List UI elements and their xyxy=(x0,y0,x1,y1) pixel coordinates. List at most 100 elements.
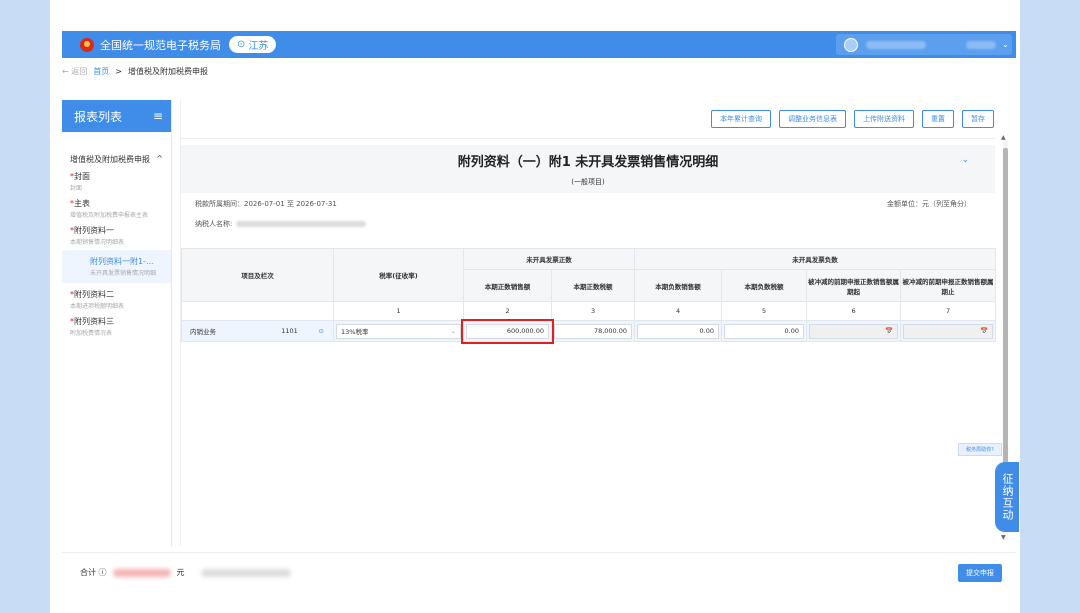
amount-unit: 金额单位：元（列至角分） xyxy=(887,200,971,208)
app-header: 全国统一规范电子税务局 ⊙ 江苏 ⌄ xyxy=(62,31,1016,58)
sidebar-item-sub: 本期进项税额明细表 xyxy=(70,303,125,310)
sidebar-item-schedule-1-attach-1[interactable]: 附列资料一附1-... 未开具发票销售情况明细 xyxy=(62,250,171,283)
sidebar-item-sub: 未开具发票销售情况明细 xyxy=(90,270,157,277)
header-neg-tax: 本期负数税额 xyxy=(721,269,808,302)
row-item-code: 1101 xyxy=(269,320,310,342)
total-detail-redacted xyxy=(200,568,291,577)
total-currency: 元 xyxy=(176,568,185,577)
info-icon[interactable]: ⊙ xyxy=(309,320,335,342)
submit-button[interactable]: 提交申报 xyxy=(958,564,1002,582)
tax-period-label: 税款所属期间： xyxy=(195,200,244,208)
province-selector[interactable]: ⊙ 江苏 xyxy=(229,36,277,53)
annual-query-button[interactable]: 本年累计查询 xyxy=(711,110,771,128)
header-item-col: 项目及栏次 xyxy=(180,248,335,302)
user-menu[interactable]: ⌄ xyxy=(836,34,1012,55)
sidebar-item-schedule-3[interactable]: *附列资料三 附加税费情况表 xyxy=(62,310,171,337)
sidebar-item-label: 附列资料二 xyxy=(74,290,114,299)
taxpayer-name: 纳税人名称: xyxy=(195,219,367,229)
calendar-icon: 📅 xyxy=(884,326,894,335)
header-pos-sales: 本期正数销售额 xyxy=(463,269,553,302)
help-tip[interactable]: 税务局助你? xyxy=(958,443,1002,456)
adjust-business-info-button[interactable]: 调整业务信息表 xyxy=(779,110,846,128)
form-area: 附列资料（一）附1 未开具发票销售情况明细 (一般项目) ⌄ 税款所属期间：20… xyxy=(180,138,997,546)
col-number-blank xyxy=(180,301,335,321)
taxpayer-label: 纳税人名称: xyxy=(195,220,233,228)
sidebar-item-label: 主表 xyxy=(74,199,90,208)
sidebar-header: 报表列表 ≡ xyxy=(62,100,171,132)
report-sidebar: 报表列表 ≡ 增值税及附加税费申报 ^ *封面 封面 *主表 增值税及附加税费申… xyxy=(62,100,172,546)
form-subtitle: (一般项目) xyxy=(571,178,605,186)
sidebar-item-sub: 封面 xyxy=(70,185,83,192)
col-number: 6 xyxy=(806,301,902,321)
calendar-icon: 📅 xyxy=(979,326,989,335)
sidebar-item-sub: 附加税费情况表 xyxy=(70,330,113,337)
taxpayer-name-redacted xyxy=(236,221,367,227)
total-label: 合计 ⓘ xyxy=(80,568,107,577)
header-negative-group: 未开具发票负数 xyxy=(634,248,997,270)
col-number: 2 xyxy=(463,301,553,321)
tax-rate-value: 13%税率 xyxy=(341,328,369,336)
positive-sales-input[interactable]: 600,000.00 xyxy=(461,318,555,344)
main-panel: 本年累计查询 调整业务信息表 上传附送资料 重置 暂存 附列资料（一）附1 未开… xyxy=(180,100,1008,546)
chevron-down-icon: ⌄ xyxy=(450,327,457,335)
row-item-name: 内销业务 xyxy=(181,320,270,342)
header-positive-group: 未开具发票正数 xyxy=(463,248,636,270)
site-title: 全国统一规范电子税务局 xyxy=(100,38,221,52)
breadcrumb: ← 返回 首页 > 增值税及附加税费申报 xyxy=(62,66,208,77)
sidebar-item-schedule-1[interactable]: *附列资料一 本期销售情况明细表 xyxy=(62,219,171,246)
breadcrumb-current: 增值税及附加税费申报 xyxy=(127,67,208,76)
sidebar-item-label: 封面 xyxy=(74,172,90,181)
breadcrumb-separator: > xyxy=(115,67,122,76)
header-offset-end: 被冲减的前期申报正数销售额属期止 xyxy=(900,269,997,302)
toolbar: 本年累计查询 调整业务信息表 上传附送资料 重置 暂存 xyxy=(711,110,994,128)
upload-attachments-button[interactable]: 上传附送资料 xyxy=(854,110,914,128)
chevron-up-icon: ^ xyxy=(156,154,163,163)
col-number: 3 xyxy=(551,301,636,321)
scroll-down-icon[interactable]: ▼ xyxy=(1001,534,1006,541)
sidebar-group-label: 增值税及附加税费申报 xyxy=(70,155,150,164)
sidebar-item-label: 附列资料三 xyxy=(74,317,114,326)
back-link[interactable]: ← 返回 xyxy=(62,66,87,77)
col-number: 4 xyxy=(634,301,723,321)
interaction-float-button[interactable]: 征纳互动 xyxy=(995,462,1019,532)
sidebar-item-sub: 本期销售情况明细表 xyxy=(70,239,125,246)
sidebar-item-sub: 增值税及附加税费申报表主表 xyxy=(70,212,149,219)
offset-start-date-picker[interactable]: 📅 xyxy=(809,323,899,339)
breadcrumb-home[interactable]: 首页 xyxy=(93,66,109,77)
total-amount-redacted xyxy=(112,568,171,577)
sidebar-item-label: 附列资料一附1-... xyxy=(90,257,154,266)
sales-detail-table: 项目及栏次 税率(征收率) 未开具发票正数 未开具发票负数 本期正数销售额 本期… xyxy=(180,248,997,344)
col-number: 1 xyxy=(333,301,465,321)
sidebar-item-cover[interactable]: *封面 封面 xyxy=(62,165,171,192)
header-rate-col: 税率(征收率) xyxy=(333,248,465,302)
reset-button[interactable]: 重置 xyxy=(922,110,954,128)
positive-tax-input[interactable]: 78,000.00 xyxy=(554,323,633,339)
negative-tax-input[interactable]: 0.00 xyxy=(724,323,805,339)
sidebar-item-schedule-2[interactable]: *附列资料二 本期进项税额明细表 xyxy=(62,283,171,310)
tax-rate-select[interactable]: 13%税率 ⌄ xyxy=(336,323,462,339)
user-avatar-icon xyxy=(844,37,858,52)
menu-icon[interactable]: ≡ xyxy=(153,109,163,123)
negative-sales-input[interactable]: 0.00 xyxy=(637,323,720,339)
save-draft-button[interactable]: 暂存 xyxy=(962,110,994,128)
sidebar-item-label: 附列资料一 xyxy=(74,226,114,235)
location-icon: ⊙ xyxy=(237,39,246,50)
user-name-redacted xyxy=(866,40,926,49)
user-role-redacted xyxy=(966,40,996,49)
sidebar-item-main-table[interactable]: *主表 增值税及附加税费申报表主表 xyxy=(62,192,171,219)
province-label: 江苏 xyxy=(248,41,269,52)
collapse-icon[interactable]: ⌄ xyxy=(961,155,969,165)
col-number: 7 xyxy=(900,301,997,321)
tax-emblem-icon xyxy=(80,37,94,52)
sidebar-group[interactable]: 增值税及附加税费申报 ^ xyxy=(62,132,171,165)
top-strip xyxy=(50,0,1020,31)
sidebar-title: 报表列表 xyxy=(74,109,123,124)
header-neg-sales: 本期负数销售额 xyxy=(634,269,723,302)
table-row: 内销业务 1101 ⊙ 13%税率 ⌄ 600,000.00 78,000.00 … xyxy=(181,318,997,344)
col-number: 5 xyxy=(721,301,808,321)
total-summary: 合计 ⓘ 元 xyxy=(80,567,291,578)
tax-period-value: 2026-07-01 至 2026-07-31 xyxy=(244,200,337,208)
offset-end-date-picker[interactable]: 📅 xyxy=(903,323,994,339)
form-title: 附列资料（一）附1 未开具发票销售情况明细 xyxy=(457,155,719,170)
footer-bar: 合计 ⓘ 元 提交申报 xyxy=(62,552,1016,592)
